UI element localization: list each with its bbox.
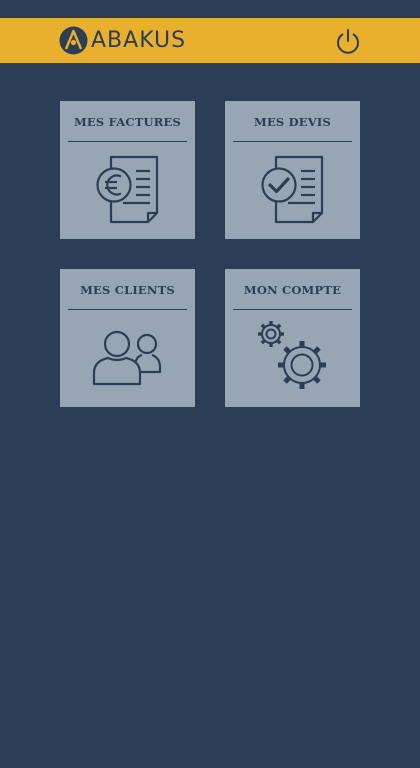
tile-title: MES FACTURES xyxy=(74,115,181,129)
tile-mes-factures[interactable]: MES FACTURES xyxy=(60,101,195,239)
header-bar: ABAKUS xyxy=(0,18,420,63)
logo-text: ABAKUS xyxy=(91,28,187,53)
divider xyxy=(68,141,187,142)
divider xyxy=(233,141,352,142)
gears-icon xyxy=(258,321,326,389)
users-icon xyxy=(92,330,162,386)
power-icon[interactable] xyxy=(334,27,362,55)
quote-check-icon xyxy=(261,155,324,224)
tile-mon-compte[interactable]: MON COMPTE xyxy=(225,269,360,407)
invoice-euro-icon xyxy=(96,155,159,224)
divider xyxy=(68,309,187,310)
divider xyxy=(233,309,352,310)
tile-title: MES DEVIS xyxy=(254,115,331,129)
tile-mes-devis[interactable]: MES DEVIS xyxy=(225,101,360,239)
abakus-logo-icon xyxy=(59,26,88,55)
app-logo[interactable]: ABAKUS xyxy=(59,26,186,55)
tile-mes-clients[interactable]: MES CLIENTS xyxy=(60,269,195,407)
tile-title: MES CLIENTS xyxy=(80,283,175,297)
tile-title: MON COMPTE xyxy=(243,283,342,297)
